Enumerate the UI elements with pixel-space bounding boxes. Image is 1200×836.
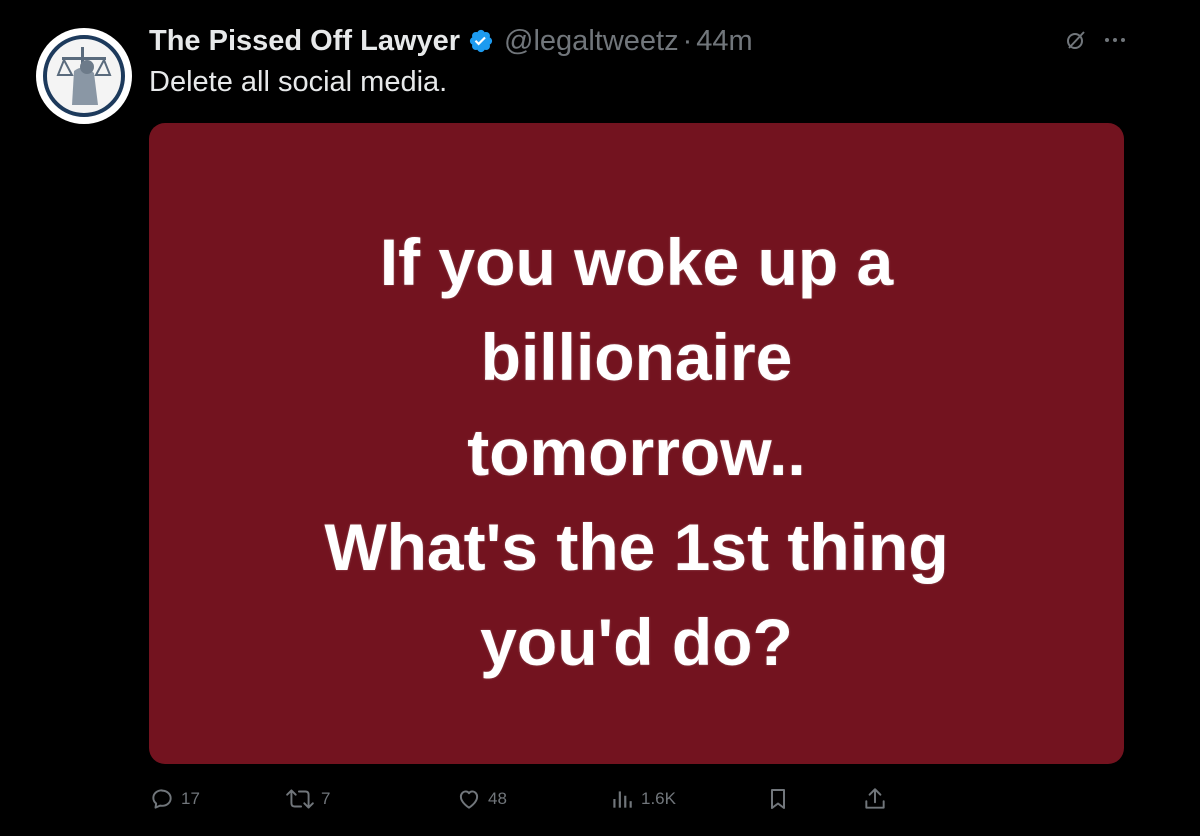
repost-button[interactable]: 7 — [285, 784, 330, 814]
tweet-header: The Pissed Off Lawyer @legaltweetz · 44m — [149, 22, 753, 60]
grok-icon[interactable] — [1064, 28, 1088, 52]
media-text-line: billionaire — [480, 320, 793, 394]
bookmark-button[interactable] — [766, 784, 790, 814]
reply-icon — [152, 789, 172, 809]
like-icon — [459, 790, 479, 809]
like-button[interactable]: 48 — [456, 784, 507, 814]
tweet-media-image[interactable]: If you woke up a billionaire tomorrow.. … — [149, 123, 1124, 764]
views-button[interactable]: 1.6K — [609, 784, 676, 814]
bookmark-icon — [771, 789, 785, 809]
views-icon — [613, 791, 632, 808]
views-count: 1.6K — [641, 789, 676, 808]
display-name[interactable]: The Pissed Off Lawyer — [149, 25, 460, 58]
repost-icon — [286, 789, 314, 809]
top-actions — [1064, 28, 1128, 52]
media-text-line: What's the 1st thing — [324, 510, 949, 584]
handle[interactable]: @legaltweetz — [504, 25, 679, 58]
media-text-line: If you woke up a — [379, 225, 894, 299]
lady-justice-logo — [43, 35, 125, 117]
share-icon — [865, 788, 885, 809]
media-text-line: tomorrow.. — [467, 415, 806, 489]
media-text-line: you'd do? — [480, 605, 793, 679]
media-text: If you woke up a billionaire tomorrow.. … — [324, 197, 948, 690]
action-bar: 17 7 48 1.6K — [149, 784, 909, 814]
share-button[interactable] — [862, 784, 888, 814]
reply-count: 17 — [181, 789, 200, 808]
tweet: The Pissed Off Lawyer @legaltweetz · 44m — [0, 0, 1200, 836]
reply-button[interactable]: 17 — [149, 784, 200, 814]
tweet-text: Delete all social media. — [149, 66, 448, 98]
separator-dot: · — [682, 24, 693, 57]
like-count: 48 — [488, 789, 507, 808]
avatar[interactable] — [36, 28, 132, 124]
verified-badge-icon[interactable] — [468, 28, 494, 54]
more-icon[interactable] — [1102, 28, 1128, 52]
repost-count: 7 — [321, 789, 331, 808]
timestamp[interactable]: 44m — [696, 25, 752, 58]
